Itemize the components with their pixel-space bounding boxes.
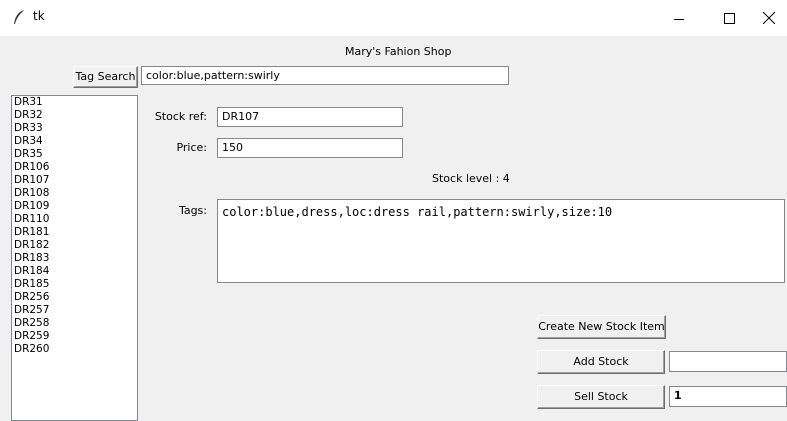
list-item[interactable]: DR260 [12, 343, 137, 356]
list-item[interactable]: DR184 [12, 265, 137, 278]
tag-search-input[interactable]: color:blue,pattern:swirly [141, 66, 509, 85]
list-item[interactable]: DR107 [12, 174, 137, 187]
feather-icon [14, 10, 24, 24]
stock-level-text: Stock level : 4 [432, 172, 510, 185]
sell-stock-button[interactable]: Sell Stock [537, 385, 665, 409]
add-stock-button[interactable]: Add Stock [537, 350, 665, 374]
list-item[interactable]: DR31 [12, 96, 137, 109]
list-item[interactable]: DR35 [12, 148, 137, 161]
list-item[interactable]: DR108 [12, 187, 137, 200]
stock-listbox[interactable]: DR31 DR32 DR33 DR34 DR35 DR106 DR107 DR108 DR109… [11, 95, 138, 421]
close-icon [763, 12, 775, 24]
list-item[interactable]: DR110 [12, 213, 137, 226]
window-title: tk [33, 9, 45, 23]
list-item[interactable]: DR181 [12, 226, 137, 239]
list-item[interactable]: DR183 [12, 252, 137, 265]
tags-label: Tags: [178, 204, 207, 217]
list-item[interactable]: DR256 [12, 291, 137, 304]
price-input[interactable]: 150 [217, 138, 403, 158]
stock-ref-label: Stock ref: [154, 110, 207, 123]
list-item[interactable]: DR185 [12, 278, 137, 291]
add-stock-quantity-input[interactable] [669, 351, 787, 372]
list-item[interactable]: DR34 [12, 135, 137, 148]
list-item[interactable]: DR109 [12, 200, 137, 213]
create-new-stock-item-button[interactable]: Create New Stock Item [537, 315, 666, 339]
minimize-icon [674, 19, 684, 20]
list-item[interactable]: DR33 [12, 122, 137, 135]
title-bar: tk [0, 0, 787, 36]
price-label: Price: [176, 141, 207, 154]
tags-textarea[interactable]: color:blue,dress,loc:dress rail,pattern:… [217, 199, 785, 283]
stock-ref-input[interactable]: DR107 [217, 107, 403, 127]
maximize-icon [724, 13, 735, 24]
list-item[interactable]: DR257 [12, 304, 137, 317]
close-button[interactable] [747, 0, 787, 36]
tag-search-button[interactable]: Tag Search [73, 66, 138, 88]
list-item[interactable]: DR32 [12, 109, 137, 122]
list-item[interactable]: DR182 [12, 239, 137, 252]
sell-stock-quantity-input[interactable]: 1 [669, 386, 787, 407]
list-item[interactable]: DR258 [12, 317, 137, 330]
shop-title: Mary's Fahion Shop [345, 45, 452, 58]
list-item[interactable]: DR259 [12, 330, 137, 343]
minimize-button[interactable] [657, 0, 703, 36]
list-item[interactable]: DR106 [12, 161, 137, 174]
